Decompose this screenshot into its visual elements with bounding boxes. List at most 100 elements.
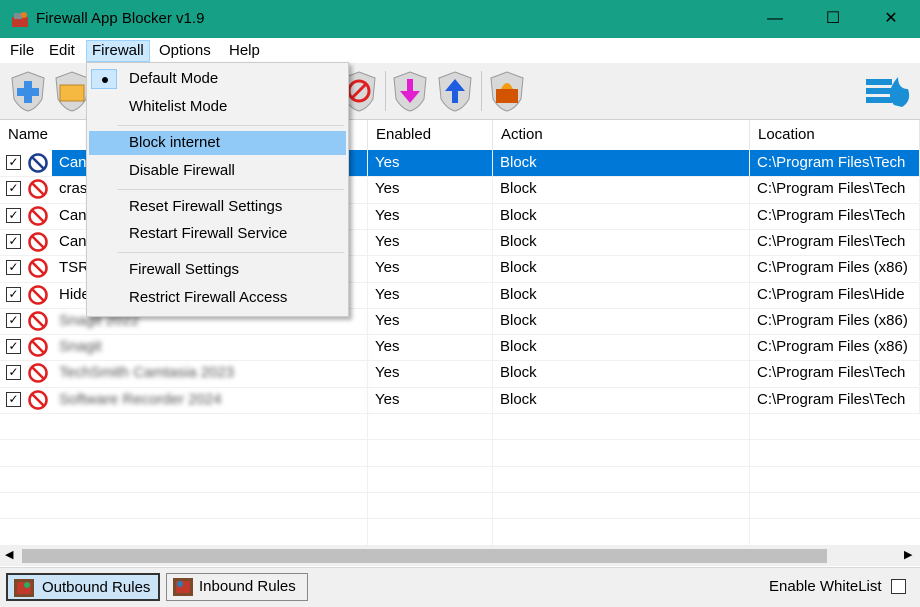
window-title: Firewall App Blocker v1.9 — [36, 10, 205, 27]
grid-line — [0, 465, 920, 467]
horizontal-scrollbar[interactable]: ◀ ▶ — [0, 546, 920, 566]
app-icon — [12, 12, 28, 27]
menu-item-label: Disable Firewall — [129, 162, 235, 179]
add-icon[interactable] — [8, 69, 48, 113]
cell-location: C:\Program Files\Hide — [750, 281, 920, 308]
cell-action: Block — [493, 281, 750, 308]
cell-action: Block — [493, 386, 750, 413]
cell-location: C:\Program Files\Tech — [750, 386, 920, 413]
menu-item-label: Block internet — [129, 134, 220, 151]
table-row[interactable]: ✓ Snagit Yes Block C:\Program Files (x86) — [0, 334, 920, 361]
status-bar: Outbound Rules Inbound Rules Enable Whit… — [0, 567, 920, 607]
menu-item-restart-firewall-service[interactable]: Restart Firewall Service — [89, 222, 346, 246]
cell-action: Block — [493, 360, 750, 387]
cell-location: C:\Program Files (x86) — [750, 255, 920, 282]
move-down-icon[interactable] — [390, 69, 430, 113]
menu-item-reset-firewall-settings[interactable]: Reset Firewall Settings — [89, 195, 346, 219]
blocked-icon — [28, 153, 48, 173]
blocked-icon — [28, 232, 48, 252]
rule-enabled-checkbox[interactable]: ✓ — [6, 339, 21, 355]
cell-enabled: Yes — [368, 202, 493, 229]
cell-enabled: Yes — [368, 176, 493, 203]
menu-separator — [117, 189, 344, 190]
toolbar-separator — [385, 71, 386, 111]
cell-name: Snagit — [52, 334, 368, 361]
rule-enabled-checkbox[interactable]: ✓ — [6, 181, 21, 197]
menu-firewall[interactable]: Firewall — [86, 40, 150, 62]
menu-item-block-internet[interactable]: Block internet — [89, 131, 346, 155]
cell-enabled: Yes — [368, 150, 493, 176]
rule-enabled-checkbox[interactable]: ✓ — [6, 155, 21, 170]
menu-item-firewall-settings[interactable]: Firewall Settings — [89, 258, 346, 282]
column-header-enabled[interactable]: Enabled — [368, 120, 493, 150]
rule-enabled-checkbox[interactable]: ✓ — [6, 391, 21, 407]
menu-item-label: Reset Firewall Settings — [129, 198, 283, 215]
menu-item-label: Default Mode — [129, 70, 219, 87]
menu-item-restrict-firewall-access[interactable]: Restrict Firewall Access — [89, 286, 346, 310]
radio-selected-indicator — [91, 69, 117, 89]
menu-item-label: Restart Firewall Service — [129, 225, 288, 242]
scroll-right-icon[interactable]: ▶ — [904, 548, 912, 561]
rule-enabled-checkbox[interactable]: ✓ — [6, 286, 21, 302]
blocked-icon — [28, 310, 48, 331]
inbound-icon — [173, 578, 193, 596]
cell-action: Block — [493, 150, 750, 176]
cell-enabled: Yes — [368, 228, 493, 255]
close-button[interactable]: ✕ — [862, 0, 920, 38]
cell-location: C:\Program Files\Tech — [750, 176, 920, 203]
rule-enabled-checkbox[interactable]: ✓ — [6, 260, 21, 276]
cell-action: Block — [493, 307, 750, 334]
blocked-icon — [28, 205, 48, 226]
menu-edit[interactable]: Edit — [44, 41, 80, 61]
rule-enabled-checkbox[interactable]: ✓ — [6, 312, 21, 328]
scroll-left-icon[interactable]: ◀ — [5, 548, 13, 561]
app-logo-icon — [866, 77, 910, 107]
cell-enabled: Yes — [368, 307, 493, 334]
rule-enabled-checkbox[interactable]: ✓ — [6, 365, 21, 381]
cell-enabled: Yes — [368, 386, 493, 413]
grid-line — [0, 334, 920, 336]
cell-action: Block — [493, 176, 750, 203]
cell-location: C:\Program Files\Tech — [750, 202, 920, 229]
grid-line — [0, 413, 920, 414]
rule-enabled-checkbox[interactable]: ✓ — [6, 207, 21, 223]
cell-action: Block — [493, 334, 750, 361]
blocked-icon — [28, 284, 48, 305]
cell-location: C:\Program Files\Tech — [750, 150, 920, 176]
outbound-rules-tab[interactable]: Outbound Rules — [6, 573, 160, 601]
menu-item-label: Firewall Settings — [129, 261, 240, 278]
inbound-rules-tab[interactable]: Inbound Rules — [166, 573, 308, 601]
cell-location: C:\Program Files\Tech — [750, 360, 920, 387]
menu-item-whitelist-mode[interactable]: Whitelist Mode — [89, 95, 346, 119]
cell-action: Block — [493, 228, 750, 255]
firewall-icon[interactable] — [487, 69, 527, 113]
cell-enabled: Yes — [368, 281, 493, 308]
table-row[interactable]: ✓ TechSmith Camtasia 2023 Yes Block C:\Progr… — [0, 360, 920, 387]
cell-name: TechSmith Camtasia 2023 — [52, 360, 368, 387]
cell-location: C:\Program Files (x86) — [750, 334, 920, 361]
cell-enabled: Yes — [368, 360, 493, 387]
menu-file[interactable]: File — [5, 41, 39, 61]
menu-item-default-mode[interactable]: Default Mode — [89, 67, 346, 91]
column-header-location[interactable]: Location — [750, 120, 920, 150]
minimize-button[interactable]: — — [746, 0, 804, 38]
cell-enabled: Yes — [368, 334, 493, 361]
firewall-dropdown-menu: Default Mode Whitelist Mode Block intern… — [86, 62, 349, 317]
grid-line — [0, 491, 920, 493]
maximize-button[interactable]: ☐ — [804, 0, 862, 38]
table-row[interactable]: ✓ Software Recorder 2024 Yes Block C:\Progra… — [0, 386, 920, 413]
menu-options[interactable]: Options — [154, 41, 216, 61]
menu-item-disable-firewall[interactable]: Disable Firewall — [89, 159, 346, 183]
menu-help[interactable]: Help — [224, 41, 265, 61]
cell-location: C:\Program Files\Tech — [750, 228, 920, 255]
column-header-action[interactable]: Action — [493, 120, 750, 150]
menu-item-label: Whitelist Mode — [129, 98, 228, 115]
cell-location: C:\Program Files (x86) — [750, 307, 920, 334]
menu-item-label: Restrict Firewall Access — [129, 289, 288, 306]
move-up-icon[interactable] — [435, 69, 475, 113]
enable-whitelist-checkbox[interactable] — [891, 579, 906, 594]
rule-enabled-checkbox[interactable]: ✓ — [6, 233, 21, 249]
scrollbar-thumb[interactable] — [22, 549, 827, 563]
blocked-icon — [28, 337, 48, 357]
cell-enabled: Yes — [368, 255, 493, 282]
